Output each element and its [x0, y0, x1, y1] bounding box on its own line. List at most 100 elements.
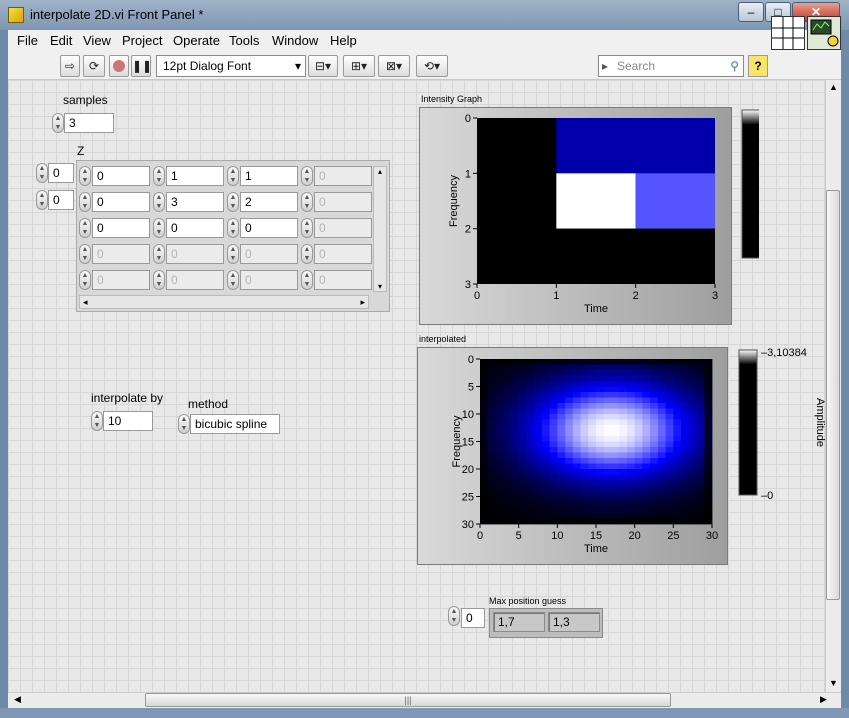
z-cell-spinner[interactable]: ▲ ▼	[153, 166, 165, 186]
z-cell-spinner[interactable]: ▲ ▼	[227, 218, 239, 238]
heatmap-cell	[626, 359, 636, 365]
heatmap-cell	[650, 419, 659, 426]
heatmap-cell	[549, 430, 558, 437]
z-array-vertical-scrollbar[interactable]: ▴ ▾	[373, 166, 387, 292]
scroll-up-icon[interactable]: ▲	[829, 82, 838, 92]
heatmap-cell	[688, 430, 697, 437]
interpolated-graph[interactable]: 0 5 10 15 20 25 30051015202530TimeFrequency–3,…	[417, 347, 825, 565]
heatmap-cell	[588, 507, 597, 514]
heatmap-cell	[541, 419, 550, 426]
heatmap-cell	[534, 419, 543, 426]
heatmap-cell	[495, 425, 504, 431]
heatmap-cell	[603, 480, 612, 486]
z-cell-spinner[interactable]: ▲ ▼	[79, 218, 91, 238]
run-arrow-icon[interactable]: ⇨	[60, 55, 80, 77]
z-cell-spinner[interactable]: ▲ ▼	[79, 192, 91, 212]
resize-objects-icon[interactable]: ⊠▾	[378, 55, 410, 77]
heatmap-cell	[634, 430, 643, 437]
scroll-down-icon[interactable]: ▼	[829, 678, 838, 688]
z-row-index[interactable]: 0	[48, 163, 74, 183]
heatmap-cell	[565, 452, 574, 459]
z-cell[interactable]: 1	[166, 166, 224, 186]
z-cell-spinner[interactable]: ▲ ▼	[153, 218, 165, 238]
method-ring[interactable]: bicubic spline	[190, 414, 280, 434]
z-cell[interactable]: 1	[240, 166, 298, 186]
menu-edit[interactable]: Edit	[50, 33, 72, 48]
heatmap-cell	[665, 496, 674, 503]
max-index-input[interactable]: 0	[461, 608, 485, 628]
menu-operate[interactable]: Operate	[173, 33, 220, 48]
search-input[interactable]: ▸ Search ⚲	[598, 55, 744, 77]
heatmap-cell	[480, 392, 489, 398]
align-objects-icon[interactable]: ⊟▾	[308, 55, 338, 77]
heatmap-cell	[572, 463, 581, 470]
heatmap-cell	[549, 364, 558, 371]
z-cell[interactable]: 0	[92, 166, 150, 186]
heatmap-cell	[526, 469, 535, 475]
z-cell-spinner[interactable]: ▲ ▼	[79, 166, 91, 186]
z-cell-spinner[interactable]: ▲ ▼	[227, 192, 239, 212]
heatmap-cell	[495, 430, 504, 437]
z-array-horizontal-scrollbar[interactable]: ◂ ▸	[79, 295, 369, 309]
abort-icon[interactable]	[109, 55, 129, 77]
z-col-index-spinner[interactable]: ▲ ▼	[36, 190, 48, 210]
horizontal-scroll-thumb[interactable]: |||	[145, 693, 671, 707]
heatmap-cell	[634, 496, 643, 503]
heatmap-cell	[510, 480, 520, 486]
menu-view[interactable]: View	[83, 33, 111, 48]
heatmap-cell	[557, 491, 566, 497]
menu-project[interactable]: Project	[122, 33, 162, 48]
z-cell[interactable]: 2	[240, 192, 298, 212]
vertical-scroll-thumb[interactable]	[826, 190, 840, 600]
interpolate-by-input[interactable]: 10	[103, 411, 153, 431]
heatmap-cell	[549, 463, 558, 470]
scroll-right-icon[interactable]: ▶	[820, 694, 827, 705]
minimize-button[interactable]: –	[738, 2, 764, 22]
z-cell-spinner[interactable]: ▲ ▼	[153, 192, 165, 212]
z-cell[interactable]: 0	[166, 218, 224, 238]
heatmap-cell	[557, 381, 566, 387]
heatmap-cell	[556, 173, 636, 229]
run-continuously-icon[interactable]: ⟳	[83, 55, 105, 77]
heatmap-cell	[557, 414, 566, 420]
menu-file[interactable]: File	[17, 33, 38, 48]
distribute-objects-icon[interactable]: ⊞▾	[343, 55, 375, 77]
heatmap-cell	[557, 403, 566, 409]
heatmap-cell	[619, 425, 628, 431]
interpolate-by-spinner[interactable]: ▲ ▼	[91, 411, 103, 431]
heatmap-cell	[642, 447, 651, 453]
z-row-index-spinner[interactable]: ▲ ▼	[36, 163, 48, 183]
heatmap-cell	[650, 430, 659, 437]
menu-tools[interactable]: Tools	[229, 33, 259, 48]
menu-window[interactable]: Window	[272, 33, 318, 48]
vi-icon[interactable]	[807, 16, 841, 50]
scroll-left-icon[interactable]: ◀	[14, 694, 21, 705]
heatmap-cell	[503, 381, 512, 387]
heatmap-cell	[596, 425, 605, 431]
heatmap-cell	[626, 485, 636, 492]
z-cell-spinner[interactable]: ▲ ▼	[227, 166, 239, 186]
heatmap-cell	[619, 513, 628, 519]
menu-help[interactable]: Help	[330, 33, 357, 48]
heatmap-cell	[696, 425, 705, 431]
heatmap-cell	[580, 419, 589, 426]
heatmap-cell	[518, 414, 527, 420]
connector-pane-icon[interactable]	[771, 16, 805, 50]
samples-input[interactable]: 3	[64, 113, 114, 133]
samples-spinner[interactable]: ▲ ▼	[52, 113, 64, 133]
z-cell[interactable]: 0	[92, 192, 150, 212]
z-col-index[interactable]: 0	[48, 190, 74, 210]
z-cell[interactable]: 0	[240, 218, 298, 238]
pause-icon[interactable]: ❚❚	[131, 55, 152, 77]
context-help-button[interactable]: ?	[748, 55, 768, 77]
max-index-spinner[interactable]: ▲ ▼	[448, 606, 460, 626]
heatmap-cell	[634, 397, 643, 404]
font-select[interactable]: 12pt Dialog Font ▾	[156, 55, 306, 77]
method-spinner[interactable]: ▲ ▼	[178, 414, 190, 434]
reorder-icon[interactable]: ⟲▾	[416, 55, 448, 77]
z-cell[interactable]: 0	[92, 218, 150, 238]
heatmap-cell	[480, 502, 489, 508]
z-cell[interactable]: 3	[166, 192, 224, 212]
intensity-graph[interactable]: 01230123TimeFrequency–3–0Amplitude	[419, 107, 759, 325]
title-bar[interactable]: interpolate 2D.vi Front Panel * – □ ✕	[0, 0, 849, 30]
